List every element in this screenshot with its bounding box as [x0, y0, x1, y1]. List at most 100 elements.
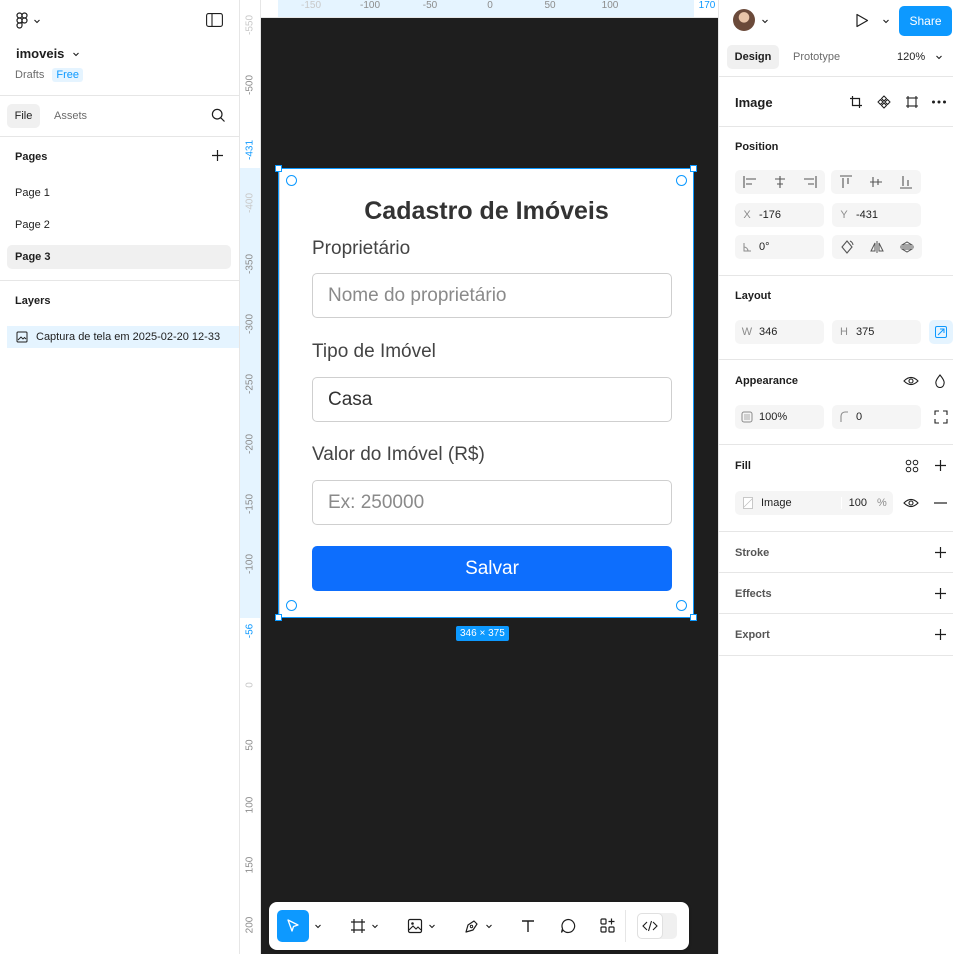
- add-stroke-icon[interactable]: [934, 546, 947, 559]
- align-left-button[interactable]: [735, 170, 765, 194]
- chevron-down-icon[interactable]: [428, 922, 436, 930]
- fill-row[interactable]: Image 100 %: [735, 491, 893, 515]
- add-effect-icon[interactable]: [934, 587, 947, 600]
- project-name: imoveis: [16, 46, 65, 61]
- ruler-label: -150: [244, 493, 256, 515]
- component-icon[interactable]: [877, 95, 891, 109]
- avatar[interactable]: [733, 9, 755, 31]
- width-field[interactable]: W 346: [735, 320, 824, 344]
- flip-horizontal-button[interactable]: [862, 235, 892, 259]
- align-middle-button[interactable]: [861, 170, 891, 194]
- x-position-field[interactable]: X -176: [735, 203, 824, 227]
- corner-radius-handle[interactable]: [286, 175, 297, 186]
- present-play-icon[interactable]: [855, 13, 869, 28]
- corner-radius-handle[interactable]: [676, 600, 687, 611]
- save-button: Salvar: [312, 546, 672, 591]
- blend-mode-drop-icon[interactable]: [934, 374, 946, 388]
- tab-assets[interactable]: Assets: [54, 110, 87, 122]
- align-right-button[interactable]: [795, 170, 825, 194]
- chevron-down-icon[interactable]: [314, 922, 322, 930]
- search-icon[interactable]: [211, 108, 226, 123]
- selected-image-layer[interactable]: Cadastro de Imóveis Proprietário Nome do…: [279, 168, 694, 618]
- chevron-down-icon[interactable]: [882, 17, 890, 25]
- height-field[interactable]: H 375: [832, 320, 921, 344]
- x-value: -176: [759, 209, 782, 221]
- page-item-page-2[interactable]: Page 2: [7, 213, 231, 237]
- rotate-button[interactable]: [832, 235, 862, 259]
- tab-design[interactable]: Design: [727, 45, 779, 69]
- align-bottom-button[interactable]: [891, 170, 921, 194]
- position-title: Position: [735, 141, 779, 153]
- resize-to-fit-button[interactable]: [929, 320, 953, 344]
- pen-tool-button[interactable]: [456, 910, 488, 942]
- move-tool-button[interactable]: [277, 910, 309, 942]
- align-center-horizontal-icon: [773, 176, 787, 188]
- main-menu-button[interactable]: [15, 12, 41, 30]
- dimension-badge: 346 × 375: [456, 626, 509, 641]
- image-tool-button[interactable]: [399, 910, 431, 942]
- tab-prototype[interactable]: Prototype: [793, 51, 840, 63]
- text-tool-button[interactable]: [512, 910, 544, 942]
- flip-vertical-button[interactable]: [892, 235, 922, 259]
- divider: [719, 359, 953, 360]
- resize-handle[interactable]: [690, 614, 697, 621]
- w-key: W: [741, 326, 753, 338]
- align-top-button[interactable]: [831, 170, 861, 194]
- opacity-field[interactable]: 100%: [735, 405, 824, 429]
- fill-opacity[interactable]: 100: [841, 497, 867, 509]
- add-page-icon[interactable]: [211, 149, 224, 162]
- resize-handle[interactable]: [275, 165, 282, 172]
- align-middle-icon: [870, 175, 882, 189]
- styles-grid-icon[interactable]: [905, 459, 919, 473]
- transform-group: [832, 235, 922, 259]
- tab-file[interactable]: File: [7, 104, 40, 128]
- sidebar-toggle-icon[interactable]: [206, 13, 223, 27]
- corner-radius-handle[interactable]: [286, 600, 297, 611]
- visibility-eye-icon[interactable]: [903, 497, 919, 509]
- ruler-label: -500: [244, 74, 256, 96]
- zoom-dropdown[interactable]: 120%: [897, 51, 943, 63]
- independent-corners-icon[interactable]: [934, 410, 948, 424]
- remove-fill-icon[interactable]: [934, 502, 947, 504]
- add-fill-icon[interactable]: [934, 459, 947, 472]
- plan-badge: Free: [52, 68, 83, 82]
- y-position-field[interactable]: Y -431: [832, 203, 921, 227]
- frame-tool-button[interactable]: [342, 910, 374, 942]
- frame-selection-icon[interactable]: [905, 95, 919, 109]
- bottom-toolbar: [269, 902, 689, 950]
- page-item-page-3[interactable]: Page 3: [7, 245, 231, 269]
- add-export-icon[interactable]: [934, 628, 947, 641]
- ruler-label: -200: [244, 433, 256, 455]
- layout-title: Layout: [735, 290, 772, 302]
- drafts-link[interactable]: Drafts: [15, 69, 44, 81]
- chevron-down-icon[interactable]: [371, 922, 379, 930]
- resize-handle[interactable]: [690, 165, 697, 172]
- corner-radius-handle[interactable]: [676, 175, 687, 186]
- chevron-down-icon[interactable]: [485, 922, 493, 930]
- dev-mode-toggle[interactable]: [637, 913, 677, 939]
- crop-icon[interactable]: [849, 95, 863, 109]
- more-options-icon[interactable]: [931, 99, 947, 105]
- canvas[interactable]: Cadastro de Imóveis Proprietário Nome do…: [261, 18, 718, 954]
- ruler-label: -56: [244, 623, 256, 639]
- rotation-value: 0°: [759, 241, 770, 253]
- corner-radius-field[interactable]: 0: [832, 405, 921, 429]
- divider: [719, 531, 953, 532]
- layer-item[interactable]: Captura de tela em 2025-02-20 12-33: [7, 326, 239, 348]
- align-right-icon: [803, 176, 817, 188]
- image-fill-swatch[interactable]: [743, 497, 753, 509]
- align-center-h-button[interactable]: [765, 170, 795, 194]
- opacity-icon: [735, 411, 759, 423]
- resize-handle[interactable]: [275, 614, 282, 621]
- page-item-page-1[interactable]: Page 1: [7, 181, 231, 205]
- rotation-field[interactable]: 0°: [735, 235, 824, 259]
- share-button[interactable]: Share: [899, 6, 952, 36]
- comment-tool-button[interactable]: [552, 910, 584, 942]
- divider: [719, 76, 953, 77]
- chevron-down-icon[interactable]: [761, 17, 769, 25]
- x-key: X: [743, 209, 751, 221]
- actions-tool-button[interactable]: [592, 910, 624, 942]
- project-name-button[interactable]: imoveis: [16, 46, 80, 61]
- divider: [0, 280, 239, 281]
- visibility-eye-icon[interactable]: [903, 375, 919, 387]
